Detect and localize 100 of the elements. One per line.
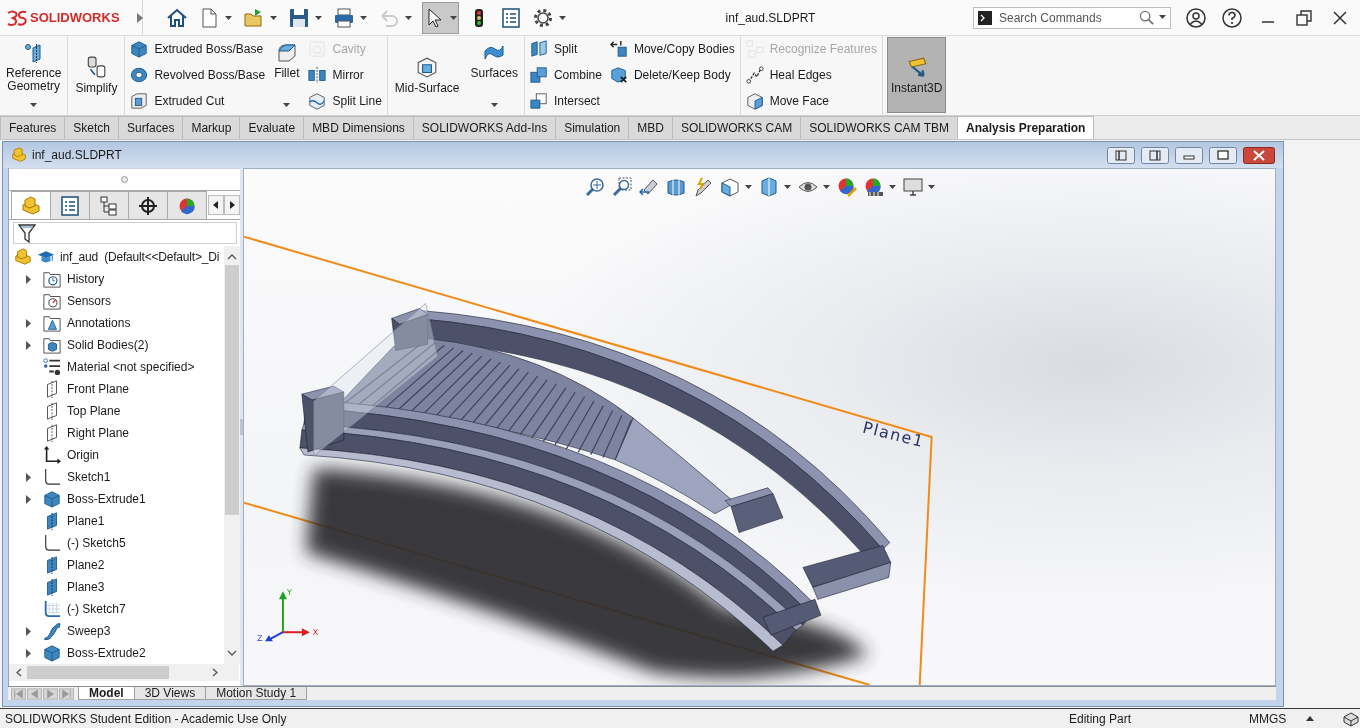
command-tab[interactable]: Analysis Preparation — [957, 116, 1095, 139]
filter-field[interactable] — [13, 222, 237, 244]
revolved-boss-button[interactable]: Revolved Boss/Base — [128, 62, 268, 88]
view-tool-button[interactable] — [901, 176, 936, 198]
surfaces-button[interactable]: Surfaces — [467, 36, 521, 115]
command-tab[interactable]: Simulation — [555, 116, 630, 139]
cube-outline-icon[interactable] — [1342, 710, 1360, 727]
view-tool-button[interactable] — [610, 176, 633, 198]
command-tab[interactable]: Features — [0, 116, 66, 139]
tree-item[interactable]: Plane1 — [43, 511, 107, 531]
tree-item[interactable]: (-) Sketch7 — [43, 599, 128, 619]
caret-down-icon[interactable] — [559, 15, 566, 20]
tile-left-icon[interactable] — [1107, 146, 1135, 164]
search-icon[interactable] — [1139, 9, 1154, 25]
view-tool-button[interactable] — [583, 176, 606, 198]
tree-item[interactable]: inf_aud (Default<<Default>_Di — [14, 247, 222, 267]
tree-item[interactable]: (-) Sketch5 — [43, 533, 128, 553]
mid-surface-button[interactable]: Mid-Surface — [390, 36, 464, 115]
search-field[interactable]: Search Commands — [973, 6, 1171, 29]
split-button[interactable]: Split — [527, 36, 604, 62]
expand-arrow-icon[interactable] — [26, 494, 31, 504]
reference-geometry-button[interactable]: Reference Geometry — [3, 36, 65, 115]
fillet-button[interactable]: Fillet — [271, 36, 303, 115]
command-tab[interactable]: SOLIDWORKS CAM — [671, 116, 802, 139]
caret-down-icon[interactable] — [30, 103, 38, 107]
command-tab[interactable]: MBD — [628, 116, 673, 139]
tree-item[interactable]: Solid Bodies(2) — [43, 335, 151, 355]
split-line-button[interactable]: Split Line — [306, 88, 384, 114]
expand-arrow-icon[interactable] — [26, 648, 31, 658]
expand-arrow-icon[interactable] — [26, 274, 31, 284]
mirror-button[interactable]: Mirror — [306, 62, 384, 88]
user-icon[interactable] — [1186, 7, 1206, 28]
scroll-left-icon[interactable] — [208, 195, 224, 215]
restore-icon[interactable] — [1294, 7, 1314, 28]
vertical-scrollbar[interactable] — [224, 246, 240, 664]
maximize-icon[interactable] — [1209, 146, 1237, 164]
command-tab[interactable]: Sketch — [64, 116, 120, 139]
units-button[interactable]: MMGS — [1249, 711, 1306, 726]
tree-item[interactable]: Sweep3 — [43, 621, 113, 641]
instant3d-button[interactable]: Instant3D — [887, 37, 947, 113]
close-icon[interactable] — [1243, 146, 1275, 164]
expand-arrow-icon[interactable] — [26, 318, 31, 328]
caret-down-icon[interactable] — [744, 185, 752, 189]
expand-arrow-icon[interactable] — [26, 472, 31, 482]
tree-item[interactable]: Front Plane — [43, 379, 132, 399]
caret-down-icon[interactable] — [283, 103, 291, 107]
caret-down-icon[interactable] — [783, 185, 791, 189]
command-tab[interactable]: MBD Dimensions — [303, 116, 414, 139]
expand-arrow-icon[interactable] — [26, 340, 31, 350]
caret-down-icon[interactable] — [315, 15, 322, 20]
tree-item[interactable]: Material <not specified> — [43, 357, 197, 377]
caret-down-icon[interactable] — [360, 15, 367, 20]
combine-button[interactable]: Combine — [527, 62, 604, 88]
tree-item[interactable]: Origin — [43, 445, 101, 465]
delete-keep-button[interactable]: Delete/Keep Body — [607, 62, 737, 88]
command-tab[interactable]: Evaluate — [239, 116, 305, 139]
sheet-tab[interactable]: 3D Views — [133, 687, 207, 700]
tree-item[interactable]: Plane3 — [43, 577, 107, 597]
caret-down-icon[interactable] — [270, 15, 277, 20]
simplify-button[interactable]: Simplify — [71, 36, 122, 115]
tree-item[interactable]: Sensors — [43, 291, 114, 311]
caret-down-icon[interactable] — [490, 103, 498, 107]
handle-dot-icon[interactable] — [121, 176, 128, 183]
extruded-boss-button[interactable]: Extruded Boss/Base — [128, 36, 268, 62]
expand-arrow-icon[interactable] — [136, 12, 143, 23]
minimize-icon[interactable] — [1175, 146, 1203, 164]
move-face-button[interactable]: Move Face — [743, 88, 880, 114]
toolbar-button[interactable] — [422, 1, 459, 34]
tree-item[interactable]: Annotations — [43, 313, 133, 333]
view-tool-button[interactable] — [718, 176, 753, 198]
sheet-tab[interactable]: Model — [78, 687, 135, 700]
sheet-tab[interactable]: Motion Study 1 — [205, 687, 308, 700]
command-tab[interactable]: Markup — [182, 116, 241, 139]
move-copy-button[interactable]: Move/Copy Bodies — [607, 36, 737, 62]
command-tab[interactable]: SOLIDWORKS CAM TBM — [800, 116, 959, 139]
panel-tab[interactable] — [128, 191, 168, 219]
tree-item[interactable]: History — [43, 269, 107, 289]
caret-down-icon[interactable] — [888, 185, 896, 189]
intersect-button[interactable]: Intersect — [527, 88, 604, 114]
expand-arrow-icon[interactable] — [26, 626, 31, 636]
tree-item[interactable]: Sketch1 — [43, 467, 113, 487]
heal-edges-button[interactable]: Heal Edges — [743, 62, 880, 88]
command-tab[interactable]: SOLIDWORKS Add-Ins — [412, 116, 557, 139]
command-tab[interactable]: Surfaces — [118, 116, 184, 139]
horizontal-scrollbar[interactable] — [9, 664, 239, 681]
tree-item[interactable]: Boss-Extrude1 — [43, 489, 148, 509]
view-tool-button[interactable] — [664, 176, 687, 198]
tree-item[interactable]: Plane2 — [43, 555, 107, 575]
panel-tab[interactable] — [89, 191, 129, 219]
scroll-right-icon[interactable] — [224, 195, 240, 215]
caret-down-icon[interactable] — [1159, 15, 1166, 19]
caret-down-icon[interactable] — [927, 185, 935, 189]
caret-up-icon[interactable] — [1306, 716, 1314, 721]
tile-right-icon[interactable] — [1141, 146, 1169, 164]
extruded-cut-button[interactable]: Extruded Cut — [128, 88, 268, 114]
caret-down-icon[interactable] — [225, 15, 232, 20]
help-icon[interactable] — [1222, 7, 1242, 28]
tree-item[interactable]: Top Plane — [43, 401, 123, 421]
caret-down-icon[interactable] — [450, 15, 457, 20]
caret-down-icon[interactable] — [822, 185, 830, 189]
